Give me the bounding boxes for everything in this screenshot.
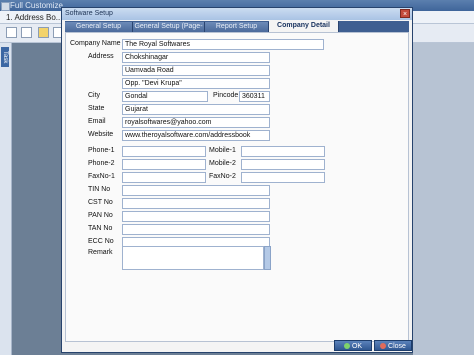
mobile-2-field[interactable] — [241, 159, 325, 170]
email-field[interactable]: royalsoftwares@yahoo.com — [122, 117, 270, 128]
address-line-3-field[interactable]: Opp. "Devi Krupa" — [122, 78, 270, 89]
ok-button[interactable]: OK — [334, 340, 372, 351]
app-icon — [1, 2, 10, 11]
check-icon — [343, 343, 350, 349]
phone-1-label: Phone-1 — [88, 147, 115, 154]
pincode-field[interactable]: 360311 — [239, 91, 270, 102]
fax-1-field[interactable] — [122, 172, 206, 183]
website-field[interactable]: www.theroyalsoftware.com/addressbook — [122, 130, 270, 141]
dialog-button-bar: OK Close — [62, 340, 412, 352]
tin-label: TIN No — [88, 186, 111, 193]
company-name-label: Company Name — [70, 40, 121, 47]
list-icon[interactable] — [21, 27, 32, 38]
cst-label: CST No — [88, 199, 113, 206]
dialog-title: Software Setup — [65, 10, 113, 17]
right-panel — [413, 43, 474, 355]
remark-label: Remark — [88, 249, 113, 256]
menu-item-address-book[interactable]: 1. Address Bo... — [6, 13, 62, 22]
city-field[interactable]: Gondal — [122, 91, 208, 102]
state-label: State — [88, 105, 105, 112]
pincode-label: Pincode — [213, 92, 239, 99]
task-tab[interactable]: Task — [1, 47, 9, 67]
tab-general-setup-page-1[interactable]: General Setup (Page-1) — [65, 22, 133, 40]
company-detail-panel: Company Name The Royal Softwares Address… — [65, 32, 409, 342]
fax-2-field[interactable] — [241, 172, 325, 183]
close-button[interactable]: Close — [374, 340, 412, 351]
ok-button-label: OK — [351, 343, 363, 350]
mobile-2-label: Mobile-2 — [209, 160, 236, 167]
tan-label: TAN No — [88, 225, 113, 232]
mobile-1-label: Mobile-1 — [209, 147, 236, 154]
tab-report-setup[interactable]: Report Setup — [205, 22, 269, 32]
address-line-2-field[interactable]: Uamvada Road — [122, 65, 270, 76]
address-line-1-field[interactable]: Chokshinagar — [122, 52, 270, 63]
remark-textarea[interactable] — [122, 246, 264, 270]
phone-1-field[interactable] — [122, 146, 206, 157]
state-field[interactable]: Gujarat — [122, 104, 270, 115]
close-icon[interactable]: × — [400, 9, 410, 18]
company-name-field[interactable]: The Royal Softwares — [122, 39, 324, 50]
tin-field[interactable] — [122, 185, 270, 196]
email-label: Email — [88, 118, 106, 125]
dialog-title-bar[interactable]: Software Setup × — [62, 8, 412, 20]
cst-field[interactable] — [122, 198, 270, 209]
grid-icon[interactable] — [6, 27, 17, 38]
tab-general-setup-page-2[interactable]: General Setup (Page-2) — [133, 22, 205, 40]
fax-2-label: FaxNo-2 — [209, 173, 236, 180]
phone-2-field[interactable] — [122, 159, 206, 170]
pan-label: PAN No — [88, 212, 113, 219]
tab-company-detail[interactable]: Company Detail — [269, 21, 339, 32]
close-button-label: Close — [388, 343, 406, 350]
ecc-label: ECC No — [88, 238, 114, 245]
tab-strip: General Setup (Page-1) General Setup (Pa… — [65, 21, 409, 40]
tan-field[interactable] — [122, 224, 270, 235]
city-label: City — [88, 92, 101, 99]
folder-icon[interactable] — [38, 27, 49, 38]
pan-field[interactable] — [122, 211, 270, 222]
software-setup-dialog: Software Setup × General Setup (Page-1) … — [61, 7, 413, 353]
remark-scrollbar[interactable] — [264, 246, 271, 270]
left-panel: Task — [0, 43, 12, 355]
mobile-1-field[interactable] — [241, 146, 325, 157]
address-label: Address — [88, 53, 114, 60]
website-label: Website — [88, 131, 114, 138]
phone-2-label: Phone-2 — [88, 160, 115, 167]
close-circle-icon — [380, 343, 387, 349]
fax-1-label: FaxNo-1 — [88, 173, 115, 180]
